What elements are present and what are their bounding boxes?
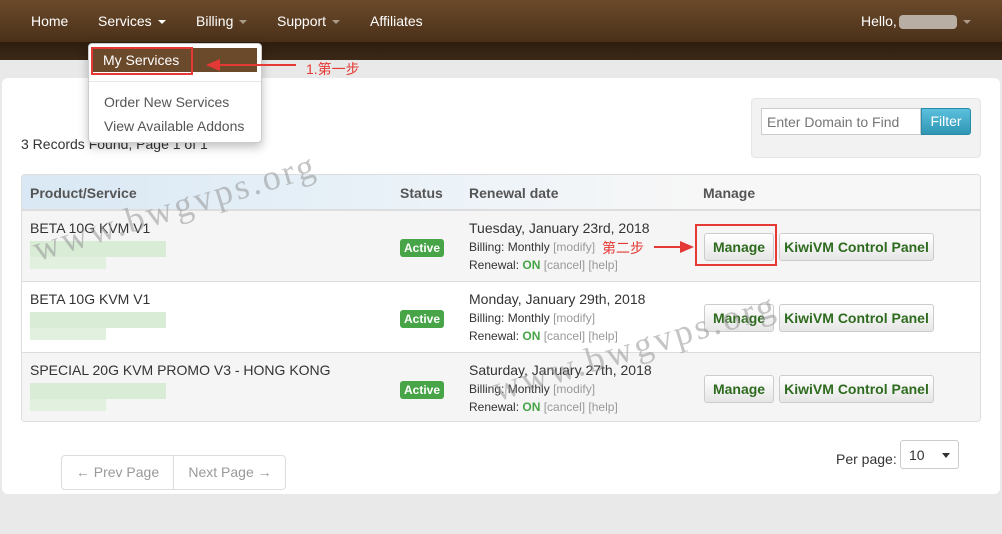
ip-blurred	[30, 328, 106, 340]
billing-line: Billing: Monthly [modify]	[469, 240, 595, 254]
help-link[interactable]: [help]	[588, 400, 617, 414]
kiwivm-panel-button[interactable]: KiwiVM Control Panel	[779, 304, 934, 332]
chevron-down-icon	[962, 20, 971, 25]
header-manage: Manage	[703, 185, 756, 201]
billing-label: Billing:	[469, 240, 505, 254]
nav-support-label: Support	[277, 13, 327, 29]
chevron-down-icon	[157, 20, 166, 25]
renewal-date: Monday, January 29th, 2018	[469, 291, 646, 307]
nav-billing-label: Billing	[196, 13, 234, 29]
step1-label: 1.第一步	[306, 61, 360, 77]
arrow-right-icon	[680, 241, 694, 253]
filter-button[interactable]: Filter	[921, 108, 971, 135]
header-product[interactable]: Product/Service	[30, 185, 137, 201]
cancel-link[interactable]: [cancel]	[544, 400, 585, 414]
per-page-select[interactable]: 10	[900, 440, 959, 469]
renewal-label: Renewal:	[469, 329, 520, 343]
nav-billing[interactable]: Billing	[196, 0, 248, 42]
nav-services[interactable]: Services	[98, 0, 166, 42]
status-badge: Active	[400, 381, 445, 399]
header-renewal[interactable]: Renewal date	[469, 185, 558, 201]
status-badge: Active	[400, 239, 445, 257]
step2-label: 第二步	[602, 240, 644, 256]
step2-highlight-box	[695, 224, 777, 266]
chevron-down-icon	[239, 20, 248, 25]
step1-arrow-line	[218, 64, 296, 66]
next-page-button[interactable]: Next Page →	[174, 456, 286, 489]
username-blurred	[898, 15, 957, 30]
renewal-label: Renewal:	[469, 258, 520, 272]
billing-label: Billing:	[469, 311, 505, 325]
billing-line: Billing: Monthly [modify]	[469, 311, 595, 325]
renewal-state: ON	[522, 258, 541, 272]
renewal-line: Renewal: ON [cancel] [help]	[469, 258, 618, 272]
user-menu[interactable]: Hello,	[861, 0, 971, 42]
domain-filter-input[interactable]	[761, 108, 921, 135]
manage-button[interactable]: Manage	[704, 375, 774, 403]
nav-services-label: Services	[98, 13, 152, 29]
step2-arrow-line	[654, 246, 682, 248]
billing-value: Monthly	[507, 240, 550, 254]
table-row: BETA 10G KVM V1 Active Monday, January 2…	[22, 281, 980, 352]
renewal-state: ON	[522, 329, 541, 343]
pagination: ← Prev Page Next Page →	[61, 455, 286, 490]
hostname-blurred	[30, 312, 166, 328]
renewal-date: Tuesday, January 23rd, 2018	[469, 220, 650, 236]
help-link[interactable]: [help]	[588, 258, 617, 272]
chevron-down-icon	[942, 453, 950, 458]
top-navbar: Home Services Billing Support Affiliates…	[0, 0, 1002, 42]
chevron-down-icon	[332, 20, 341, 25]
hostname-blurred	[30, 383, 166, 399]
cancel-link[interactable]: [cancel]	[544, 258, 585, 272]
product-name: BETA 10G KVM V1	[30, 291, 151, 307]
hello-label: Hello,	[861, 13, 897, 29]
per-page-label: Per page:	[836, 451, 897, 467]
nav-affiliates[interactable]: Affiliates	[370, 0, 423, 42]
kiwivm-panel-button[interactable]: KiwiVM Control Panel	[779, 233, 934, 261]
modify-link[interactable]: [modify]	[553, 311, 595, 325]
ip-blurred	[30, 399, 106, 411]
header-status[interactable]: Status	[400, 185, 443, 201]
menu-divider	[89, 81, 261, 82]
prev-page-button[interactable]: ← Prev Page	[62, 456, 174, 489]
per-page-value: 10	[909, 447, 925, 463]
product-name: SPECIAL 20G KVM PROMO V3 - HONG KONG	[30, 362, 331, 378]
menu-item-order-new-services[interactable]: Order New Services	[104, 94, 229, 110]
modify-link[interactable]: [modify]	[553, 240, 595, 254]
step1-highlight-box	[91, 47, 193, 75]
renewal-line: Renewal: ON [cancel] [help]	[469, 400, 618, 414]
menu-item-view-addons[interactable]: View Available Addons	[104, 118, 244, 134]
nav-home[interactable]: Home	[31, 0, 68, 42]
status-badge: Active	[400, 310, 445, 328]
billing-value: Monthly	[507, 311, 550, 325]
kiwivm-panel-button[interactable]: KiwiVM Control Panel	[779, 375, 934, 403]
nav-support[interactable]: Support	[277, 0, 341, 42]
